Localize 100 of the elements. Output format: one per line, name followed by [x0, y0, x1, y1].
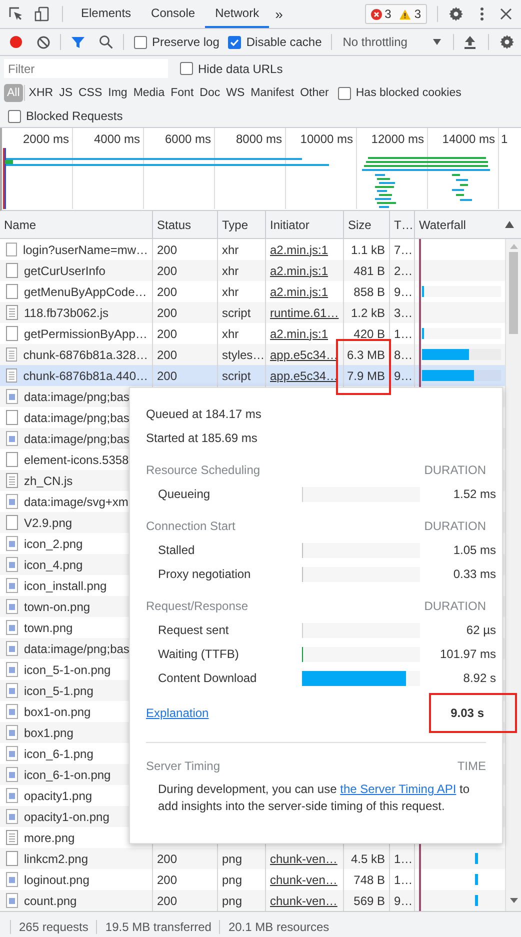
settings-icon[interactable]	[499, 34, 515, 50]
checkbox[interactable]	[338, 86, 351, 100]
resource-type-filter[interactable]: Media	[130, 84, 168, 102]
table-cell: 9…	[394, 284, 413, 298]
tab[interactable]: Console	[141, 0, 206, 28]
file-name: 118.fb73b062.js	[24, 306, 109, 320]
more-options-icon[interactable]	[480, 6, 484, 22]
search-icon[interactable]	[99, 35, 113, 49]
table-cell: 481 B	[354, 264, 385, 278]
table-cell: xhr	[222, 242, 239, 256]
filter-field[interactable]: Filter	[4, 59, 168, 78]
file-icon	[6, 326, 18, 341]
table-cell: 6.3 MB	[346, 348, 385, 362]
scroll-thumb[interactable]	[509, 252, 518, 334]
column-header[interactable]: Type	[218, 211, 266, 238]
section-title: Request/Response	[146, 599, 248, 613]
initiator-link[interactable]: a2.min.js:1	[270, 284, 328, 298]
waterfall-tick	[475, 874, 478, 885]
phase-label: Content Download	[157, 671, 258, 685]
inspect-icon[interactable]	[8, 6, 24, 22]
phase-label: Request sent	[157, 623, 230, 637]
column-header[interactable]: Name	[0, 211, 153, 238]
server-timing-link[interactable]: the Server Timing API	[340, 782, 456, 796]
issues-badge[interactable]: 3 3	[364, 4, 427, 24]
initiator-link[interactable]: a2.min.js:1	[270, 326, 328, 340]
checkbox-label[interactable]: Hide data URLs	[198, 62, 283, 76]
table-row[interactable]: 118.fb73b062.js 200 script runtime.61… 1.2 kB 3…	[0, 302, 505, 323]
explanation-link[interactable]: Explanation	[146, 706, 209, 720]
initiator-link[interactable]: chunk-ven…	[270, 852, 338, 866]
resource-type-filter[interactable]: Doc	[196, 84, 224, 102]
column-header[interactable]: Initiator	[266, 211, 344, 238]
file-name: getCurUserInfo	[24, 264, 106, 278]
checkbox-label[interactable]: Preserve log	[152, 35, 220, 49]
server-timing-description: During development, you can use the Server Timing API to add insights into the server-side timing of this request.	[158, 781, 471, 815]
file-icon	[6, 452, 18, 467]
upload-icon[interactable]	[464, 36, 476, 48]
initiator-link[interactable]: chunk-ven…	[270, 894, 338, 908]
phase-label: Stalled	[157, 543, 196, 557]
initiator-link[interactable]: chunk-ven…	[270, 872, 338, 886]
initiator-link[interactable]: app.e5c34…	[270, 348, 338, 362]
checkbox[interactable]	[228, 36, 242, 48]
status-text: 20.1 MB resources	[219, 920, 338, 934]
file-name: town-on.png	[24, 600, 90, 614]
clear-icon[interactable]	[37, 36, 50, 48]
file-icon	[6, 410, 18, 425]
table-row[interactable]: chunk-6876b81a.328… 200 styles… app.e5c34… 6.3 MB 8…	[0, 344, 505, 365]
file-name: element-icons.5358	[24, 452, 129, 466]
column-header[interactable]: Waterfall	[415, 211, 505, 238]
resource-type-filter[interactable]: Img	[105, 84, 130, 102]
table-row[interactable]: linkcm2.png 200 png chunk-ven… 4.5 kB 1…	[0, 848, 505, 869]
status-text: 19.5 MB transferred	[96, 920, 220, 934]
resource-type-filter[interactable]: XHR	[26, 84, 56, 102]
scrollbar[interactable]	[505, 239, 521, 911]
initiator-link[interactable]: app.e5c34…	[270, 368, 338, 382]
filter-icon[interactable]	[71, 36, 85, 48]
record-button[interactable]	[9, 35, 23, 49]
checkbox[interactable]	[8, 110, 21, 122]
settings-icon[interactable]	[448, 6, 464, 22]
column-header[interactable]: Size	[344, 211, 390, 238]
table-row[interactable]: count.png 200 png chunk-ven… 569 B 9…	[0, 890, 505, 911]
table-cell: 200	[157, 284, 178, 298]
checkbox[interactable]	[180, 62, 193, 75]
waterfall-tick	[475, 895, 478, 906]
file-name: icon_6-1.png	[24, 746, 94, 760]
resource-type-filter[interactable]: Other	[297, 84, 332, 102]
scroll-down-icon[interactable]	[510, 898, 518, 903]
initiator-link[interactable]: a2.min.js:1	[270, 264, 328, 278]
file-name: loginout.png	[24, 872, 90, 886]
resource-type-filter[interactable]: WS	[223, 84, 248, 102]
resource-type-filter[interactable]: Manifest	[248, 84, 298, 102]
file-icon	[6, 536, 18, 551]
error-count: 3	[384, 7, 392, 21]
throttling-select[interactable]: No throttling	[340, 35, 443, 49]
checkbox-label[interactable]: Blocked Requests	[26, 109, 123, 123]
column-header[interactable]: Status	[153, 211, 218, 238]
file-name: opacity1.png	[24, 788, 92, 802]
column-header[interactable]: T…	[390, 211, 415, 238]
checkbox-label[interactable]: Has blocked cookies	[356, 87, 462, 99]
table-row[interactable]: chunk-6876b81a.440… 200 script app.e5c34… 7.9 MB 9…	[0, 365, 505, 386]
close-icon[interactable]	[500, 8, 512, 20]
table-cell: 9…	[394, 894, 413, 908]
table-cell: 200	[157, 894, 178, 908]
table-cell: 3…	[394, 306, 413, 320]
resource-type-filter[interactable]: JS	[56, 84, 76, 102]
sort-ascending-icon[interactable]	[505, 221, 514, 228]
phase-duration: 62 µs	[465, 623, 496, 637]
initiator-link[interactable]: a2.min.js:1	[270, 242, 328, 256]
device-icon[interactable]	[34, 6, 50, 22]
resource-type-filter[interactable]: CSS	[75, 84, 106, 102]
initiator-link[interactable]: runtime.61…	[270, 306, 339, 320]
time-tick: 6000 ms	[144, 128, 215, 148]
more-tabs-button[interactable]: »	[269, 6, 289, 22]
checkbox[interactable]	[134, 36, 147, 48]
table-cell: 200	[157, 852, 178, 866]
column-label: DURATION	[424, 463, 486, 477]
resource-type-filter[interactable]: Font	[168, 84, 197, 102]
tab[interactable]: Elements	[71, 0, 142, 28]
section-title: Resource Scheduling	[146, 463, 260, 477]
table-row[interactable]: getCurUserInfo 200 xhr a2.min.js:1 481 B 2…	[0, 260, 505, 281]
checkbox-label[interactable]: Disable cache	[246, 35, 322, 49]
